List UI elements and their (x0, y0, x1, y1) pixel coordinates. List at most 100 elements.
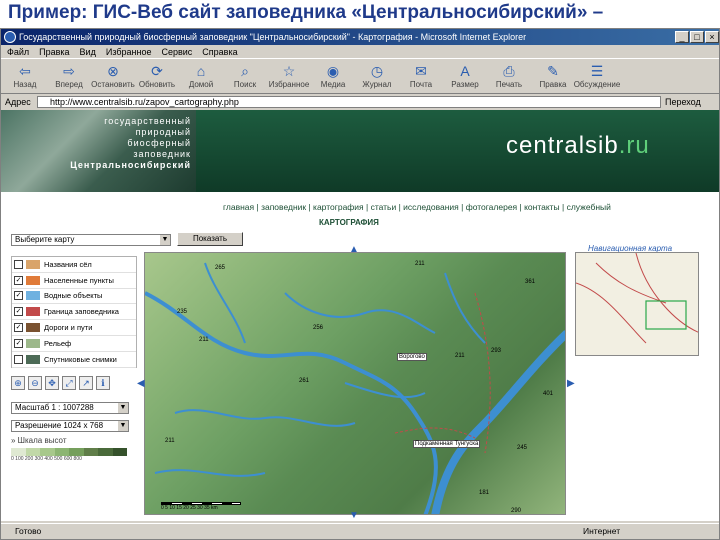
toolbar-button[interactable]: ⎙ Печать (489, 60, 529, 92)
zoom-out-icon[interactable]: ⊖ (28, 376, 42, 390)
toolbar-button[interactable]: ⇦ Назад (5, 60, 45, 92)
back-arrow-icon: ⇦ (19, 62, 31, 79)
toolbar-button[interactable]: ✉ Почта (401, 60, 441, 92)
layer-checkbox[interactable]: ✓ (14, 323, 23, 333)
header-line: природный (135, 127, 191, 137)
menu-edit[interactable]: Правка (39, 45, 69, 58)
layer-row[interactable]: ✓ Рельеф (12, 336, 136, 352)
header-line: биосферный (127, 138, 191, 148)
maximize-button[interactable]: □ (690, 31, 704, 43)
menu-help[interactable]: Справка (202, 45, 237, 58)
layer-list: Названия сёл ✓ Населенные пункты ✓ Водные об… (11, 256, 137, 368)
scale-select[interactable]: Масштаб 1 : 1007288 ▼ (11, 402, 129, 414)
layer-symbol-icon (26, 307, 40, 317)
print-icon: ⎙ (503, 62, 515, 79)
menu-favorites[interactable]: Избранное (106, 45, 152, 58)
measure-icon[interactable]: ↗ (79, 376, 93, 390)
toolbar-button[interactable]: ⇨ Вперед (49, 60, 89, 92)
layer-checkbox[interactable]: ✓ (14, 338, 23, 348)
layer-label: Водные объекты (44, 291, 103, 301)
toolbar-button[interactable]: ⌂ Домой (181, 60, 221, 92)
height-scale-swatch (40, 448, 55, 456)
status-bar: Готово Интернет (1, 523, 719, 539)
layer-checkbox[interactable]: ✓ (14, 275, 23, 285)
toolbar-label: Обсуждение (573, 80, 621, 89)
height-scale-bar (11, 448, 127, 456)
header-text: государственный природный биосферный зап… (31, 116, 191, 171)
stop-icon: ⊗ (107, 62, 119, 79)
layer-label: Граница заповедника (44, 307, 119, 317)
show-button[interactable]: Показать (177, 232, 243, 246)
section-title: КАРТОГРАФИЯ (319, 218, 379, 227)
resolution-value: Разрешение 1024 x 768 (15, 421, 104, 430)
address-label: Адрес (5, 97, 31, 107)
pan-icon[interactable]: ✥ (45, 376, 59, 390)
toolbar-label: Печать (495, 80, 523, 89)
media-icon: ◉ (326, 62, 340, 79)
layer-row[interactable]: ✓ Граница заповедника (12, 304, 136, 321)
town-vorogovo[interactable]: Ворогово (397, 353, 427, 361)
toolbar-button[interactable]: ◷ Журнал (357, 60, 397, 92)
close-button[interactable]: × (705, 31, 719, 43)
toolbar-button[interactable]: ☰ Обсуждение (574, 60, 621, 92)
pan-east-icon[interactable]: ▶ (567, 378, 575, 389)
toolbar-label: Поиск (233, 80, 257, 89)
toolbar-button[interactable]: ⌕ Поиск (225, 60, 265, 92)
map-select[interactable]: Выберите карту ▼ (11, 234, 171, 246)
scale-value: Масштаб 1 : 1007288 (15, 403, 94, 412)
resolution-select[interactable]: Разрешение 1024 x 768 ▼ (11, 420, 129, 432)
pan-south-icon[interactable]: ▼ (349, 510, 359, 521)
layer-symbol-icon (26, 338, 40, 348)
layer-row[interactable]: Названия сёл (12, 257, 136, 273)
menu-view[interactable]: Вид (80, 45, 96, 58)
map-select-value: Выберите карту (15, 235, 75, 244)
menu-tools[interactable]: Сервис (161, 45, 192, 58)
layer-checkbox[interactable] (14, 354, 23, 364)
navigation-map[interactable] (575, 252, 699, 356)
menu-file[interactable]: Файл (7, 45, 29, 58)
pan-west-icon[interactable]: ◀ (137, 378, 145, 389)
pan-north-icon[interactable]: ▲ (349, 244, 359, 255)
site-nav[interactable]: главная | заповедник | картография | ста… (223, 202, 611, 212)
brand-tld: .ru (618, 132, 650, 159)
river-network (145, 262, 565, 514)
layer-checkbox[interactable] (14, 259, 23, 269)
toolbar-button[interactable]: ⊗ Остановить (91, 60, 135, 92)
toolbar-button[interactable]: ◉ Медиа (313, 60, 353, 92)
layer-checkbox[interactable]: ✓ (14, 307, 23, 317)
height-scale-swatch (25, 448, 40, 456)
chevron-down-icon: ▼ (118, 421, 128, 431)
layer-symbol-icon (26, 275, 40, 285)
toolbar-button[interactable]: A Размер (445, 60, 485, 92)
map-label: 181 (479, 490, 490, 496)
layer-label: Дороги и пути (44, 323, 93, 333)
toolbar-button[interactable]: ☆ Избранное (269, 60, 310, 92)
web-page: государственный природный биосферный зап… (1, 110, 719, 521)
layer-row[interactable]: ✓ Дороги и пути (12, 320, 136, 336)
mail-icon: ✉ (415, 62, 427, 79)
layer-symbol-icon (26, 259, 40, 269)
full-extent-icon[interactable]: ⤢ (62, 376, 76, 390)
toolbar-button[interactable]: ✎ Правка (533, 60, 573, 92)
font-size-icon: A (460, 63, 470, 79)
info-icon[interactable]: ℹ (96, 376, 110, 390)
minimize-button[interactable]: _ (675, 31, 689, 43)
main-map[interactable]: 265 235 211 361 256 261 211 293 211 245 … (144, 252, 566, 515)
layer-label: Спутниковые снимки (44, 354, 117, 364)
layer-row[interactable]: Спутниковые снимки (12, 352, 136, 368)
go-button[interactable]: Переход (665, 95, 701, 109)
map-label: 401 (543, 391, 554, 397)
zoom-in-icon[interactable]: ⊕ (11, 376, 25, 390)
site-brand[interactable]: centralsib.ru (506, 132, 650, 160)
map-label: 211 (165, 438, 175, 444)
layer-row[interactable]: ✓ Водные объекты (12, 289, 136, 305)
address-input[interactable]: http://www.centralsib.ru/zapov_cartograp… (37, 96, 661, 108)
layer-row[interactable]: ✓ Населенные пункты (12, 273, 136, 289)
security-zone: Интернет (583, 526, 621, 536)
slide-title: Пример: ГИС-Веб сайт заповедника «Центра… (8, 2, 604, 23)
height-scale-swatch (69, 448, 84, 456)
height-scale-label[interactable]: » Шкала высот (11, 436, 67, 445)
town-label[interactable]: Подкаменная Тунгуска (413, 440, 481, 448)
layer-checkbox[interactable]: ✓ (14, 291, 23, 301)
toolbar-button[interactable]: ⟳ Обновить (137, 60, 177, 92)
